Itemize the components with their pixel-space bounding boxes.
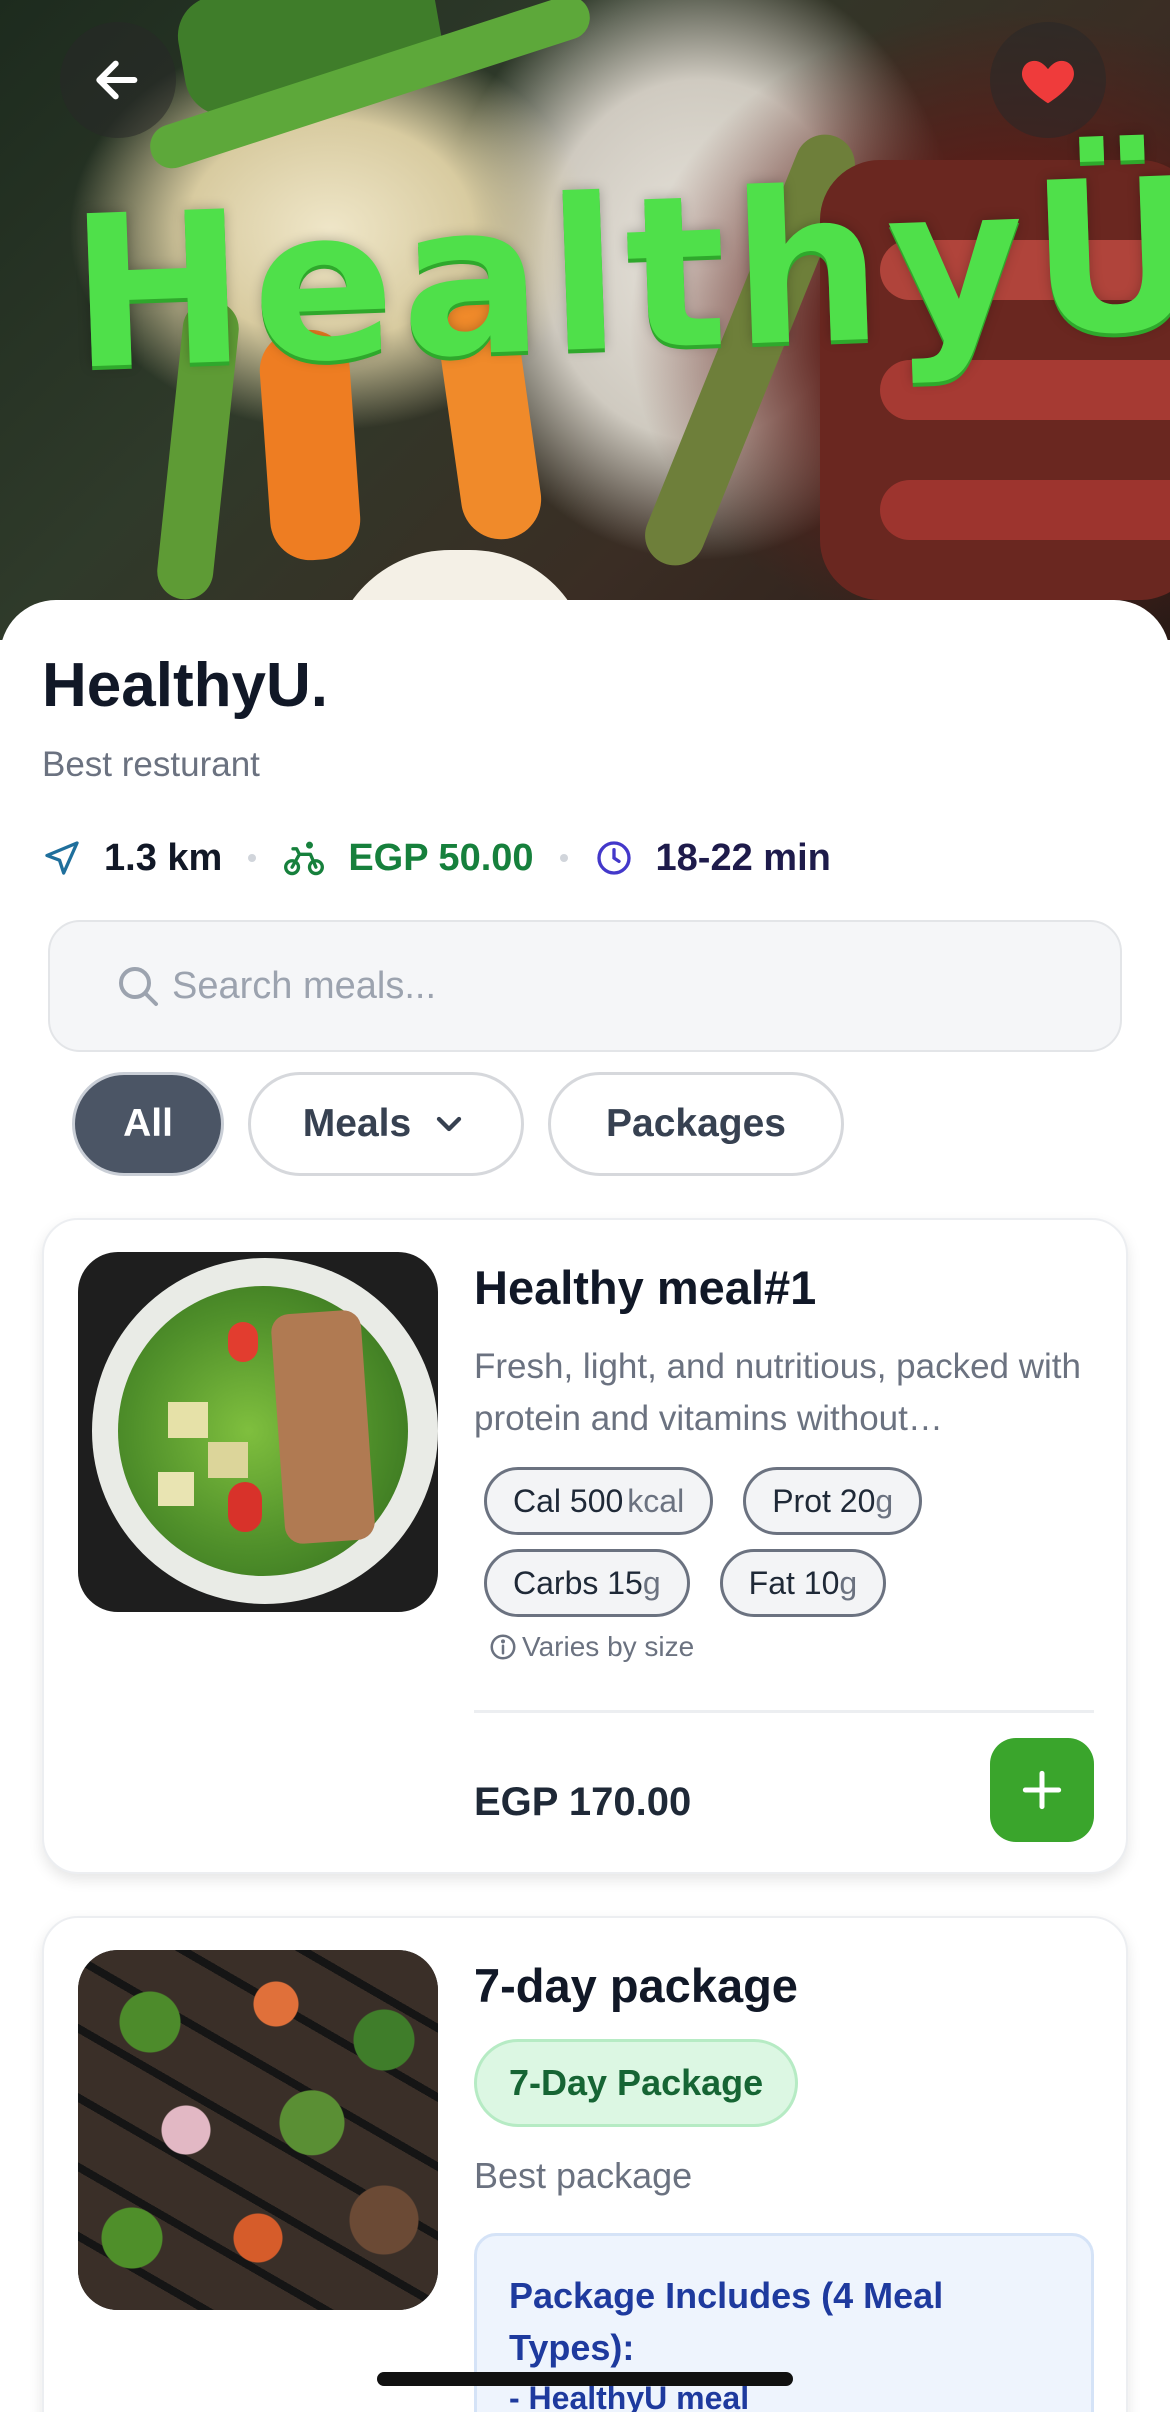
pill-label: Fat 10 [748, 1564, 840, 1601]
filter-chip-packages[interactable]: Packages [548, 1072, 844, 1176]
restaurant-tagline: Best resturant [42, 745, 260, 784]
delivery-fee-value: EGP 50.00 [348, 836, 534, 879]
pill-label: Cal 500 [513, 1482, 624, 1519]
pill-label: Carbs 15 [513, 1564, 643, 1601]
tomato-decor [228, 1482, 262, 1532]
package-description: Best package [474, 2155, 693, 2196]
separator-dot [559, 854, 568, 862]
info-icon [490, 1634, 516, 1660]
arrow-left-icon [96, 60, 138, 100]
restaurant-page: HealthyÜ HealthyU. Best resturant 1.3 km [0, 0, 1170, 2412]
pill-unit: kcal [627, 1482, 685, 1519]
meal-description: Fresh, light, and nutritious, packed wit… [474, 1347, 1081, 1438]
distance-value: 1.3 km [104, 836, 223, 879]
delivery-time-value: 18-22 min [655, 836, 831, 879]
clock-icon [594, 838, 634, 878]
meal-prep-grid-decor [78, 1950, 438, 2310]
meal-price: EGP 170.00 [474, 1780, 692, 1824]
plus-icon [1022, 1770, 1062, 1810]
package-title: 7-day package [474, 1959, 798, 2012]
pill-label: Prot 20 [772, 1482, 876, 1519]
distance-info: 1.3 km [42, 837, 222, 880]
filter-chip-label: Meals [302, 1102, 412, 1145]
card-divider [474, 1710, 1094, 1713]
filter-chip-meals[interactable]: Meals [248, 1072, 524, 1176]
separator-dot [248, 854, 257, 862]
filter-chip-label: All [123, 1102, 173, 1145]
tomato-decor [228, 1322, 258, 1362]
protein-pill: Prot 20 g [743, 1467, 923, 1535]
pill-unit: g [875, 1482, 894, 1519]
pill-unit: g [839, 1564, 858, 1601]
hero-banner: HealthyÜ [0, 0, 1170, 640]
back-button[interactable] [60, 22, 176, 138]
restaurant-meta: 1.3 km EGP 50.00 18-22 min [42, 828, 831, 888]
bicycle-icon [282, 836, 326, 880]
chevron-down-icon [437, 1116, 462, 1132]
zucchini-decor [158, 1472, 194, 1506]
meal-title: Healthy meal#1 [474, 1261, 817, 1314]
calories-pill: Cal 500 kcal [484, 1467, 714, 1535]
carbs-pill: Carbs 15 g [484, 1549, 690, 1617]
salmon-decor [270, 1309, 376, 1545]
package-card[interactable]: 7-day package 7-Day Package Best package… [42, 1916, 1128, 2412]
search-input[interactable] [172, 964, 1072, 1008]
meal-info: Healthy meal#1 Fresh, light, and nutriti… [474, 1260, 1094, 1663]
package-badge: 7-Day Package [474, 2039, 799, 2127]
heart-icon [1022, 60, 1074, 104]
delivery-fee-info: EGP 50.00 [282, 836, 534, 880]
brand-logo: HealthyÜ [66, 132, 1170, 417]
search-icon [119, 967, 158, 1006]
filter-chips: All Meals Packages [72, 1072, 868, 1176]
add-to-cart-button[interactable] [990, 1738, 1094, 1842]
nutrition-pills: Cal 500 kcal Prot 20 g Carbs 15 g Fat 10… [474, 1467, 1074, 1631]
filter-chip-all[interactable]: All [72, 1072, 224, 1176]
home-indicator[interactable] [377, 2372, 793, 2386]
zucchini-decor [168, 1402, 208, 1438]
favorite-button[interactable] [990, 22, 1106, 138]
restaurant-details-sheet: HealthyU. Best resturant 1.3 km EGP 50.0… [0, 600, 1170, 2412]
varies-note: Varies by size [488, 1631, 1094, 1663]
pill-unit: g [642, 1564, 661, 1601]
package-info: 7-day package 7-Day Package Best package… [474, 1958, 1094, 2412]
filter-chip-label: Packages [606, 1102, 786, 1145]
delivery-time-info: 18-22 min [594, 837, 831, 880]
steak-slice-decor [880, 480, 1170, 540]
package-includes-title: Package Includes (4 Meal Types): [509, 2275, 944, 2368]
meal-image [78, 1252, 438, 1612]
package-image [78, 1950, 438, 2310]
varies-text: Varies by size [522, 1631, 695, 1662]
navigation-icon [42, 838, 82, 878]
meal-card[interactable]: Healthy meal#1 Fresh, light, and nutriti… [42, 1218, 1128, 1874]
restaurant-name: HealthyU. [42, 651, 328, 720]
search-bar[interactable] [48, 920, 1122, 1052]
zucchini-decor [208, 1442, 248, 1478]
fat-pill: Fat 10 g [719, 1549, 887, 1617]
